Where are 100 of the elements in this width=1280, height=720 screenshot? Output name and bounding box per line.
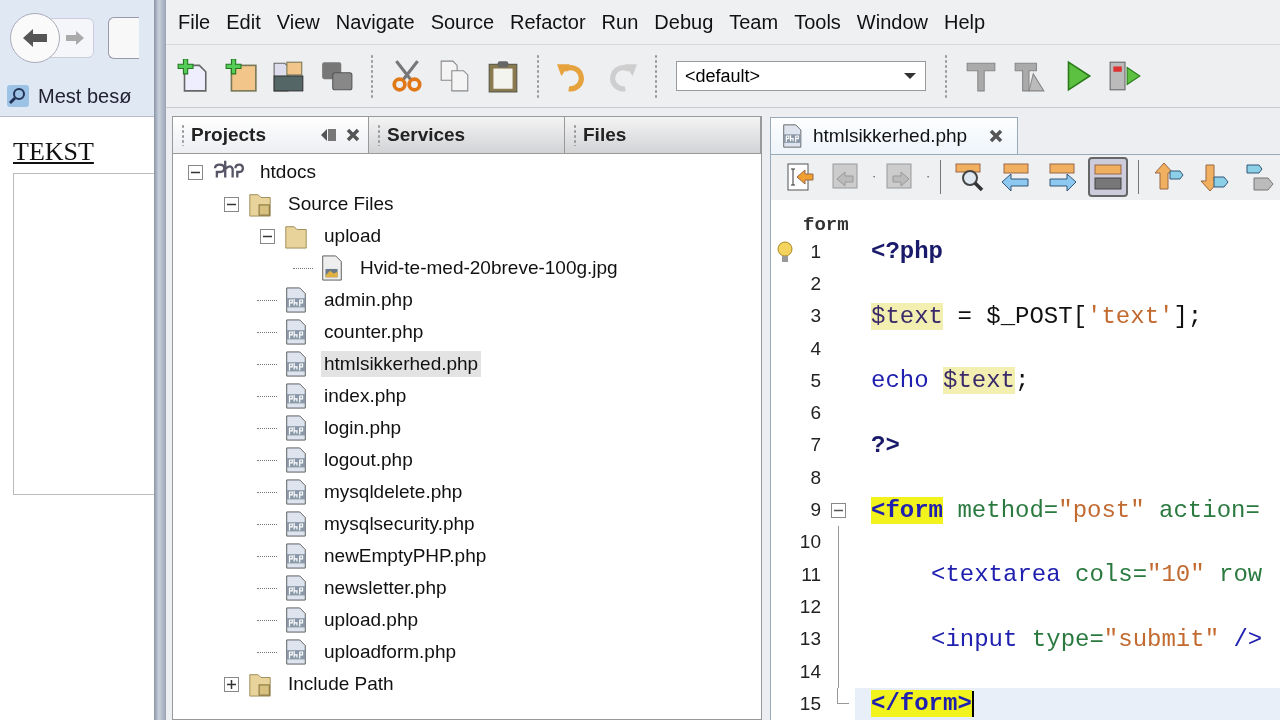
line-number: 2: [809, 273, 821, 295]
tree-item[interactable]: index.php: [321, 383, 410, 409]
php-file-icon: [283, 383, 309, 409]
scissors-icon: [390, 59, 424, 93]
last-edit-icon: [785, 161, 817, 194]
search-icon: [953, 161, 986, 194]
text-cursor: [971, 690, 974, 717]
new-project-icon: [224, 59, 258, 93]
menu-item[interactable]: Refactor: [502, 10, 594, 34]
collapse-icon[interactable]: [259, 228, 275, 244]
close-icon: [989, 128, 1004, 143]
folder-icon: [247, 671, 273, 697]
line-number: 9: [809, 499, 821, 522]
line-number: 4: [809, 337, 821, 360]
config-dropdown[interactable]: <default>: [676, 61, 926, 91]
menu-item[interactable]: Debug: [646, 10, 722, 34]
line-number: 7: [809, 434, 821, 457]
tree-item[interactable]: htdocs: [257, 159, 319, 185]
panel-tab[interactable]: Services: [369, 117, 565, 153]
tree-item[interactable]: Hvid-te-med-20breve-100g.jpg: [357, 255, 621, 281]
debug-icon: [1108, 59, 1142, 93]
down-arrow-icon: [1198, 161, 1230, 194]
line-number: 1: [809, 240, 821, 263]
php-file-icon: [283, 607, 309, 633]
menu-item[interactable]: Tools: [786, 10, 849, 34]
folder-icon: [247, 191, 273, 217]
php-file-icon: [283, 447, 309, 473]
php-file-icon: [283, 479, 309, 505]
search-icon: [6, 84, 30, 108]
folders-icon: [320, 59, 354, 93]
php-file-icon: [283, 575, 309, 601]
php-file-icon: [283, 543, 309, 569]
tree-item[interactable]: Include Path: [285, 671, 397, 697]
line-number: 14: [799, 660, 821, 683]
php-file-icon: [283, 287, 309, 313]
tree-item[interactable]: uploadform.php: [321, 639, 460, 665]
back-button[interactable]: [10, 13, 60, 63]
panel-tab[interactable]: Files: [565, 117, 761, 153]
line-number: 3: [809, 305, 821, 328]
panel-tab[interactable]: Projects: [173, 117, 369, 153]
tree-item[interactable]: newEmptyPHP.php: [321, 543, 490, 569]
menu-item[interactable]: Run: [593, 10, 647, 34]
editor-tab[interactable]: htmlsikkerhed.php: [770, 116, 1019, 154]
tree-item[interactable]: logout.php: [321, 447, 416, 473]
collapse-icon[interactable]: [223, 196, 239, 212]
image-file-icon: [319, 255, 345, 281]
menu-item[interactable]: Navigate: [327, 10, 423, 34]
highlight-toggle-button[interactable]: [1087, 157, 1128, 198]
expand-icon[interactable]: [223, 676, 239, 692]
php-file-icon: [283, 351, 309, 377]
caret-icon: [903, 72, 917, 80]
menu-item[interactable]: Edit: [218, 10, 269, 34]
tree-item[interactable]: newsletter.php: [321, 575, 450, 601]
menu-item[interactable]: File: [170, 10, 219, 34]
code-line: <textarea cols="10" row: [931, 561, 1263, 589]
code-line: $text = $_POST['text'];: [871, 302, 1203, 330]
menu-item[interactable]: Help: [936, 10, 994, 34]
tree-item[interactable]: upload: [321, 223, 385, 249]
breadcrumb[interactable]: form: [803, 213, 849, 236]
close-icon: [346, 128, 360, 142]
collapse-icon[interactable]: [830, 502, 846, 518]
line-number: 8: [809, 466, 821, 489]
tree-item[interactable]: mysqldelete.php: [321, 479, 466, 505]
line-number: 10: [799, 531, 821, 554]
new-file-icon: [176, 59, 210, 93]
code-line: <form method="post" action=: [871, 496, 1260, 524]
menu-item[interactable]: View: [268, 10, 328, 34]
tree-item[interactable]: Source Files: [285, 191, 397, 217]
code-line: <input type="submit" />: [931, 625, 1263, 653]
code-line: echo $text;: [871, 367, 1030, 395]
folder-icon: [283, 223, 309, 249]
php-file-icon: [283, 415, 309, 441]
tree-item[interactable]: login.php: [321, 415, 405, 441]
page-label: TEKST: [13, 137, 94, 167]
tree-item[interactable]: mysqlsecurity.php: [321, 511, 478, 537]
folder-icon: [272, 59, 306, 93]
php-file-icon: [283, 319, 309, 345]
minimize-icon: [320, 127, 338, 143]
tree-item[interactable]: upload.php: [321, 607, 422, 633]
forward-arrow-icon: [64, 28, 86, 48]
tree-item[interactable]: counter.php: [321, 319, 427, 345]
menu-item[interactable]: Team: [721, 10, 787, 34]
collapse-icon[interactable]: [187, 164, 203, 180]
tree-item[interactable]: htmlsikkerhed.php: [321, 351, 482, 377]
menu-item[interactable]: Source: [422, 10, 502, 34]
bookmark-icon: [1244, 161, 1276, 194]
find-previous-icon: [999, 161, 1032, 194]
browser-button[interactable]: [108, 17, 139, 59]
line-number: 15: [799, 692, 821, 715]
line-number: 5: [809, 369, 821, 392]
back-arrow-icon: [21, 26, 49, 50]
php-file-icon: [283, 511, 309, 537]
code-line: <?php: [871, 238, 943, 266]
menu-item[interactable]: Window: [848, 10, 936, 34]
line-number: 12: [799, 595, 821, 618]
line-number: 11: [800, 563, 821, 586]
line-number: 6: [809, 402, 821, 425]
code-line: ?>: [871, 431, 900, 459]
php-file-icon: [283, 639, 309, 665]
tree-item[interactable]: admin.php: [321, 287, 416, 313]
